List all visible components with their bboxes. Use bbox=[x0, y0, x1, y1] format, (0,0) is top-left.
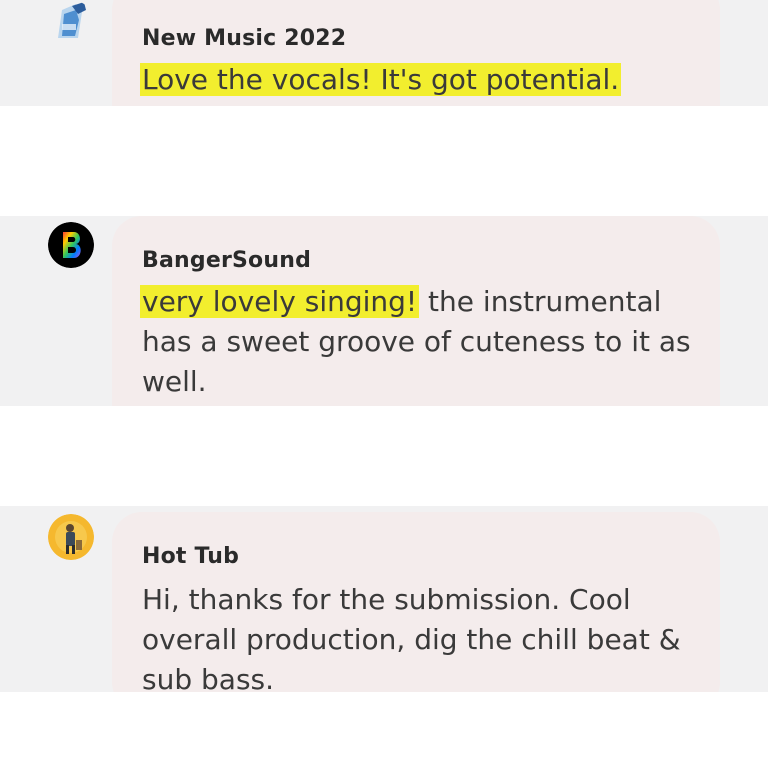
screenshot-collage: New Music 2022 Love the vocals! It's got… bbox=[0, 0, 768, 768]
comment-username[interactable]: BangerSound bbox=[142, 248, 311, 273]
comment-text: very lovely singing! the instrumental ha… bbox=[140, 282, 696, 402]
comment-username[interactable]: Hot Tub bbox=[142, 544, 239, 569]
comment-card-bangersound: BangerSound very lovely singing! the ins… bbox=[0, 216, 768, 406]
comment-username[interactable]: New Music 2022 bbox=[142, 26, 346, 51]
comment-card-new-music-2022: New Music 2022 Love the vocals! It's got… bbox=[0, 0, 768, 106]
highlighted-text: very lovely singing! bbox=[140, 285, 420, 318]
highlighted-text: Love the vocals! It's got potential. bbox=[140, 63, 622, 96]
comment-bubble: Hot Tub Hi, thanks for the submission. C… bbox=[112, 512, 720, 692]
comment-bubble: BangerSound very lovely singing! the ins… bbox=[112, 216, 720, 406]
comment-text: Love the vocals! It's got potential. bbox=[140, 60, 696, 100]
letter-b-avatar-icon[interactable] bbox=[48, 222, 94, 268]
comment-bubble: New Music 2022 Love the vocals! It's got… bbox=[112, 0, 720, 106]
comment-text: Hi, thanks for the submission. Cool over… bbox=[142, 580, 696, 692]
comment-card-hot-tub: Hot Tub Hi, thanks for the submission. C… bbox=[0, 506, 768, 692]
water-bottle-avatar-icon[interactable] bbox=[48, 0, 94, 46]
person-photo-avatar-icon[interactable] bbox=[48, 514, 94, 560]
comment-text-rest: Hi, thanks for the submission. Cool over… bbox=[142, 583, 681, 692]
